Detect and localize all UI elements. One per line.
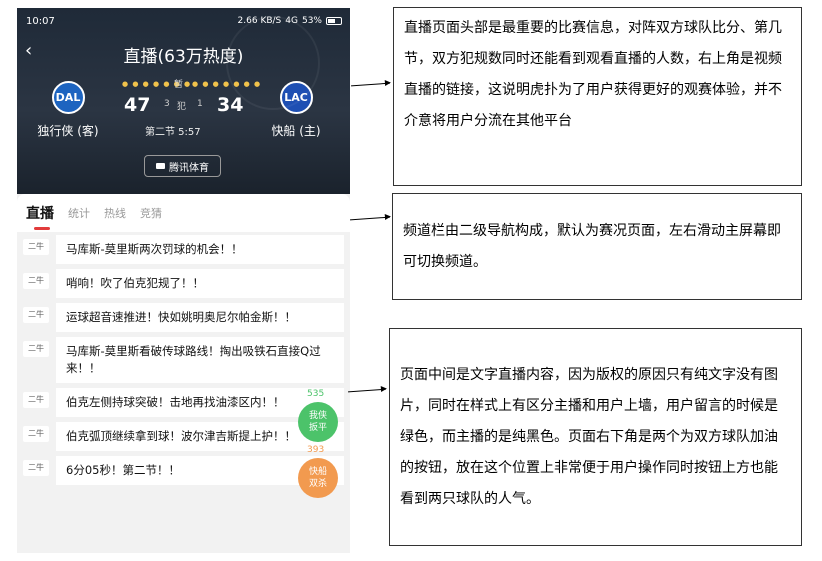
foul-label: 犯 [177,102,187,112]
home-team-name: 独行侠 (客) [37,124,99,138]
live-text-feed[interactable]: 二牛 马库斯-莫里斯两次罚球的机会！！ 二牛 哨响！吹了伯克犯规了！！ 二牛 运球超音… [17,232,350,490]
list-item: 二牛 伯克左侧持球突破！击地再找油漆区内！！ [23,388,344,417]
arrow-header-note [351,82,390,87]
tab-quiz[interactable]: 竞猜 [140,205,162,221]
game-period: 第二节 5:57 [145,127,201,138]
battery-icon [326,17,342,25]
anchor-badge: 二牛 [23,460,49,476]
home-team[interactable]: DAL 独行侠 (客) [28,81,108,139]
arrow-feed-note [348,388,386,393]
phone-screenshot: 10:07 2.66 KB/S 4G 53% ‹ 直播(63万热度) DAL 独… [17,8,350,553]
home-team-logo: DAL [51,81,85,114]
away-team-name: 快船 (主) [271,124,321,138]
anchor-badge: 二牛 [23,239,49,255]
list-item: 二牛 哨响！吹了伯克犯规了！！ [23,269,344,298]
cheer-left-count: 535 [307,389,325,399]
tab-hotline[interactable]: 热线 [104,205,126,221]
timeout-label: 暂 [174,80,184,90]
video-link-button[interactable]: 腾讯体育 [144,155,221,177]
cheer-right-button[interactable]: 快船 双杀 [298,458,338,498]
status-time: 10:07 [26,15,55,27]
feed-annotation: 页面中间是文字直播内容，因为版权的原因只有纯文字没有图片，同时在样式上有区分主播… [389,328,802,546]
feed-text: 运球超音速推进！快如姚明奥尼尔帕金斯！！ [56,303,344,332]
match-header: 10:07 2.66 KB/S 4G 53% ‹ 直播(63万热度) DAL 独… [17,8,350,194]
away-team[interactable]: LAC 快船 (主) [256,81,336,139]
feed-text: 马库斯-莫里斯两次罚球的机会！！ [56,235,344,264]
tab-stats[interactable]: 统计 [68,205,90,221]
cheer-left-button[interactable]: 我侠 扳平 [298,402,338,442]
anchor-badge: 二牛 [23,341,49,357]
battery-text: 53% [301,16,322,26]
anchor-badge: 二牛 [23,307,49,323]
away-team-logo: LAC [279,81,313,114]
status-bar: 10:07 2.66 KB/S 4G 53% [26,14,342,28]
header-annotation: 直播页面头部是最重要的比赛信息，对阵双方球队比分、第几节，双方犯规数同时还能看到… [393,7,802,186]
home-score: 47 [124,94,151,116]
net-speed: 2.66 KB/S [237,16,282,26]
cheer-right-count: 393 [307,445,325,455]
video-camera-icon [156,163,165,169]
list-item: 二牛 马库斯-莫里斯看破传球路线！掏出吸铁石直接Q过来！！ [23,337,344,383]
list-item: 二牛 马库斯-莫里斯两次罚球的机会！！ [23,235,344,264]
anchor-badge: 二牛 [23,392,49,408]
channel-tabs: 直播 统计 热线 竞猜 [17,194,350,232]
header-note-text: 直播页面头部是最重要的比赛信息，对阵双方球队比分、第几节，双方犯规数同时还能看到… [404,20,782,129]
list-item: 二牛 运球超音速推进！快如姚明奥尼尔帕金斯！！ [23,303,344,332]
list-item: 二牛 伯克弧顶继续拿到球！波尔津吉斯提上护！！ [23,422,344,451]
page-title: 直播(63万热度) [123,47,244,67]
tabs-annotation: 频道栏由二级导航构成，默认为赛况页面，左右滑动主屏幕即可切换频道。 [392,193,802,300]
signal-icon: 4G [285,16,298,26]
arrow-tabs-note [350,216,390,221]
tab-live[interactable]: 直播 [26,203,54,230]
home-fouls: 3 [164,99,170,109]
video-link-label: 腾讯体育 [169,162,209,174]
anchor-badge: 二牛 [23,273,49,289]
away-score: 34 [217,94,244,116]
away-foul-dots: ● ● ● ● ● ● ● [192,80,262,88]
feed-note-text: 页面中间是文字直播内容，因为版权的原因只有纯文字没有图片，同时在样式上有区分主播… [400,366,778,507]
feed-text: 哨响！吹了伯克犯规了！！ [56,269,344,298]
list-item: 二牛 6分05秒！第二节！！ [23,456,344,485]
tabs-note-text: 频道栏由二级导航构成，默认为赛况页面，左右滑动主屏幕即可切换频道。 [403,222,781,270]
anchor-badge: 二牛 [23,426,49,442]
away-fouls: 1 [197,99,203,109]
feed-text: 马库斯-莫里斯看破传球路线！掏出吸铁石直接Q过来！！ [56,337,344,383]
